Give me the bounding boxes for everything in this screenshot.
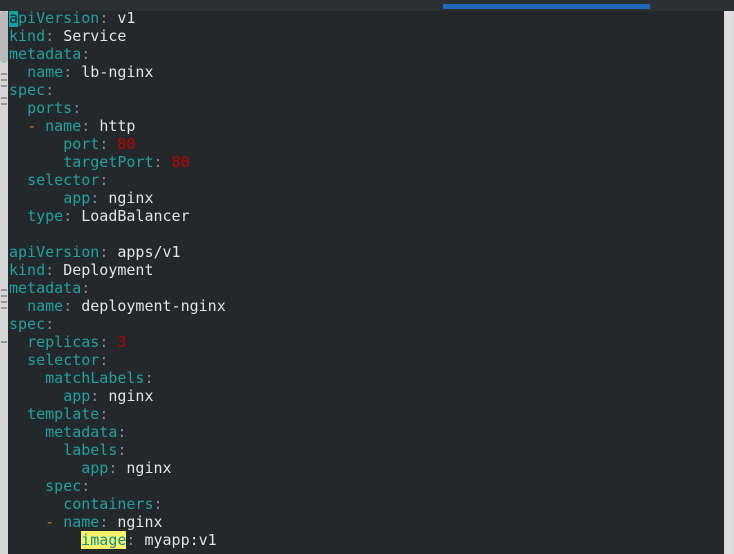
code-line[interactable]: type: LoadBalancer (9, 207, 226, 225)
vertical-scrollbar[interactable] (724, 11, 734, 554)
code-line[interactable]: name: deployment-nginx (9, 297, 226, 315)
code-line[interactable] (9, 225, 226, 243)
code-line[interactable]: metadata: (9, 279, 226, 297)
code-line[interactable]: kind: Deployment (9, 261, 226, 279)
code-line[interactable]: - name: nginx (9, 513, 226, 531)
gutter-tick (1, 73, 7, 75)
code-line[interactable]: name: lb-nginx (9, 63, 226, 81)
left-gutter-thumb[interactable] (0, 11, 8, 63)
code-line[interactable]: replicas: 3 (9, 333, 226, 351)
gutter-tick (1, 289, 7, 291)
gutter-tick (1, 301, 7, 303)
top-bar (0, 0, 734, 11)
code-line[interactable]: app: nginx (9, 189, 226, 207)
code-line[interactable]: - name: http (9, 117, 226, 135)
code-line[interactable]: selector: (9, 351, 226, 369)
gutter-tick (1, 103, 7, 105)
yaml-source[interactable]: apiVersion: v1 kind: Service metadata: nam… (9, 11, 226, 549)
code-line[interactable]: metadata: (9, 423, 226, 441)
code-line[interactable]: containers: (9, 495, 226, 513)
search-highlight: image (81, 531, 127, 549)
text-cursor: a (9, 11, 19, 27)
gutter-tick (1, 79, 7, 81)
code-line[interactable]: matchLabels: (9, 369, 226, 387)
code-line[interactable]: port: 80 (9, 135, 226, 153)
code-editor-surface[interactable]: apiVersion: v1 kind: Service metadata: nam… (9, 11, 724, 554)
gutter-tick (1, 307, 7, 309)
code-line[interactable]: spec: (9, 477, 226, 495)
code-line[interactable]: targetPort: 80 (9, 153, 226, 171)
code-line[interactable]: kind: Service (9, 27, 226, 45)
code-line[interactable]: app: nginx (9, 387, 226, 405)
code-line[interactable]: apiVersion: v1 (9, 11, 226, 27)
code-line[interactable]: spec: (9, 81, 226, 99)
code-line[interactable]: template: (9, 405, 226, 423)
left-minimap-gutter[interactable] (0, 11, 8, 554)
code-line[interactable]: selector: (9, 171, 226, 189)
gutter-tick (1, 85, 7, 87)
code-line[interactable]: labels: (9, 441, 226, 459)
gutter-tick (1, 341, 7, 343)
tab-progress-indicator[interactable] (443, 4, 650, 9)
code-line[interactable]: spec: (9, 315, 226, 333)
code-line[interactable]: image: myapp:v1 (9, 531, 226, 549)
code-line[interactable]: apiVersion: apps/v1 (9, 243, 226, 261)
vertical-scrollbar-thumb[interactable] (725, 11, 733, 554)
gutter-tick (1, 295, 7, 297)
gutter-tick (1, 97, 7, 99)
code-line[interactable]: metadata: (9, 45, 226, 63)
code-line[interactable]: app: nginx (9, 459, 226, 477)
top-bar-right-spacer (650, 0, 734, 11)
editor-window: apiVersion: v1 kind: Service metadata: nam… (0, 0, 734, 554)
code-line[interactable]: ports: (9, 99, 226, 117)
